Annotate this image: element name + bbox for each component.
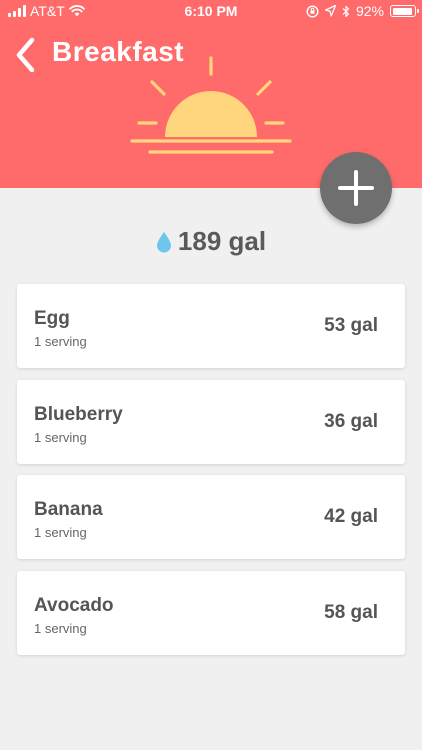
add-item-button[interactable]	[320, 152, 392, 224]
food-list: Egg 1 serving 53 gal Blueberry 1 serving…	[17, 284, 405, 666]
sunrise-icon	[130, 56, 292, 154]
rotation-lock-icon	[306, 4, 319, 18]
list-item[interactable]: Banana 1 serving 42 gal	[17, 475, 405, 559]
list-item[interactable]: Egg 1 serving 53 gal	[17, 284, 405, 368]
item-name: Blueberry	[34, 403, 123, 425]
location-icon	[324, 5, 336, 17]
list-item[interactable]: Avocado 1 serving 58 gal	[17, 570, 405, 655]
item-amount: 42 gal	[324, 506, 378, 527]
item-name: Avocado	[34, 594, 114, 616]
list-item[interactable]: Blueberry 1 serving 36 gal	[17, 379, 405, 464]
item-serving: 1 serving	[34, 334, 87, 349]
battery-icon	[390, 5, 419, 17]
bluetooth-icon	[342, 5, 350, 17]
item-amount: 53 gal	[324, 315, 378, 336]
total-value: 189 gal	[177, 226, 267, 256]
item-serving: 1 serving	[34, 525, 87, 540]
item-serving: 1 serving	[34, 620, 87, 636]
plus-icon	[338, 170, 374, 206]
item-name: Banana	[34, 499, 103, 520]
status-bar: AT&T 6:10 PM 92%	[0, 0, 422, 24]
item-serving: 1 serving	[34, 429, 87, 445]
item-amount: 36 gal	[324, 410, 378, 432]
item-name: Egg	[34, 308, 70, 329]
chevron-left-icon	[16, 37, 35, 73]
back-button[interactable]	[12, 36, 42, 74]
item-amount: 58 gal	[324, 601, 378, 623]
battery-percent: 92%	[355, 3, 384, 19]
total-water: 189 gal	[0, 226, 422, 257]
water-drop-icon	[156, 232, 171, 253]
